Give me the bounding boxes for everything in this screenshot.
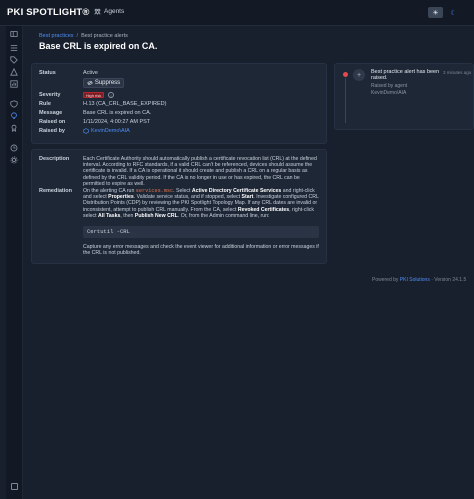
tag-icon <box>10 56 18 64</box>
raised-by-link[interactable]: KevinDemo\AIA <box>83 128 130 134</box>
award-icon <box>11 124 17 132</box>
status-label: Status <box>39 70 56 76</box>
raised-on-label: Raised on <box>39 119 66 125</box>
warning-icon <box>10 68 18 76</box>
remediation-text: On the alerting CA run services.msc. Sel… <box>83 188 321 219</box>
code-block[interactable]: Certutil -CRL <box>83 226 319 238</box>
nav-agents-label: Agents <box>104 8 125 15</box>
sidebar-toggle[interactable] <box>9 29 19 39</box>
sidebar-item-certificates[interactable] <box>9 55 19 65</box>
timeline-dot <box>343 72 348 77</box>
dark-theme-button[interactable]: ☾ <box>446 7 461 18</box>
clock-icon <box>10 144 18 152</box>
remediation-bold: Publish New CRL <box>134 212 178 219</box>
raised-by-value: KevinDemo\AIA <box>91 128 130 134</box>
remediation-bold: Properties <box>108 194 134 201</box>
description-text: Each Certificate Authority should automa… <box>83 156 317 187</box>
activity-by-label: Raised by agent <box>371 83 408 89</box>
sidebar-item-best-practices[interactable] <box>9 111 19 121</box>
activity-time: 3 minutes ago <box>443 70 472 75</box>
remediation-part: . Or, from the Admin command line, run: <box>177 212 270 219</box>
suppress-button[interactable]: Suppress <box>83 78 124 88</box>
sidebar-item-security[interactable] <box>9 99 19 109</box>
agents-icon <box>94 8 101 15</box>
top-bar: PKI SPOTLIGHT® Agents ☀ ☾ <box>0 0 474 26</box>
agent-icon <box>83 128 89 134</box>
sidebar-item-dashboard[interactable] <box>9 43 19 53</box>
sidebar-item-compliance[interactable] <box>9 123 19 133</box>
sidebar-item-reports[interactable] <box>9 79 19 89</box>
bulb-icon <box>11 112 17 119</box>
page-title: Base CRL is expired on CA. <box>39 41 158 51</box>
light-theme-button[interactable]: ☀ <box>428 7 443 18</box>
breadcrumb: Best practices / Best practice alerts <box>39 33 128 39</box>
description-label: Description <box>39 156 70 162</box>
message-label: Message <box>39 110 63 116</box>
footer: Powered by PKI Solutions · Version 24.1.… <box>372 277 466 283</box>
breadcrumb-separator: / <box>76 33 79 39</box>
severity-badge: High risk <box>83 92 104 98</box>
severity-label: Severity <box>39 92 61 98</box>
app-logo[interactable]: PKI SPOTLIGHT® <box>7 7 90 18</box>
remediation-followup: Capture any error messages and check the… <box>83 244 319 257</box>
footer-version: Version 24.1.5 <box>434 277 467 283</box>
timeline-line <box>345 78 346 123</box>
gear-icon <box>10 156 18 164</box>
breadcrumb-current: Best practice alerts <box>81 33 128 39</box>
list-icon <box>10 45 18 51</box>
breadcrumb-best-practices[interactable]: Best practices <box>39 33 74 39</box>
sidebar-item-history[interactable] <box>9 143 19 153</box>
sidebar-item-alerts[interactable] <box>9 67 19 77</box>
chart-icon <box>10 80 18 88</box>
remediation-part: . Select <box>173 188 191 194</box>
add-icon[interactable]: + <box>353 69 365 81</box>
shield-icon <box>10 100 18 108</box>
sidebar <box>6 26 23 499</box>
activity-by-value: KevinDemo\AIA <box>371 90 407 96</box>
eye-off-icon <box>87 80 93 86</box>
remediation-bold: All Tasks <box>98 212 121 219</box>
footer-company-link[interactable]: PKI Solutions <box>400 277 430 283</box>
remediation-part: On the alerting CA run <box>83 188 135 194</box>
message-value: Base CRL is expired on CA. <box>83 110 152 116</box>
remediation-part: , then <box>120 212 134 219</box>
nav-agents[interactable]: Agents <box>94 8 124 15</box>
raised-by-label: Raised by <box>39 128 65 134</box>
status-value: Active <box>83 70 98 76</box>
footer-powered-by: Powered by <box>372 277 399 283</box>
collapse-sidebar-icon[interactable] <box>11 483 18 490</box>
sun-icon: ☀ <box>432 9 439 17</box>
footer-separator: · <box>431 277 433 283</box>
remediation-part: . Validate service status, and if stoppe… <box>133 194 241 201</box>
remediation-command: services.msc <box>135 188 174 194</box>
remediation-bold: Revoked Certificates <box>237 206 290 213</box>
info-icon[interactable]: i <box>108 92 114 98</box>
remediation-bold: Active Directory Certificate Services <box>191 188 282 194</box>
alert-details-card <box>31 63 327 144</box>
menu-icon <box>10 31 18 37</box>
sidebar-item-settings[interactable] <box>9 155 19 165</box>
rule-value: H.13 (CA_CRL_BASE_EXPIRED) <box>83 101 167 107</box>
remediation-label: Remediation <box>39 188 73 194</box>
raised-on-value: 1/11/2024, 4:00:27 AM PST <box>83 119 151 125</box>
suppress-button-label: Suppress <box>94 80 121 86</box>
rule-label: Rule <box>39 101 51 107</box>
moon-icon: ☾ <box>450 9 457 17</box>
activity-title: Best practice alert has been raised. <box>371 69 440 82</box>
remediation-bold: Start <box>241 194 254 201</box>
